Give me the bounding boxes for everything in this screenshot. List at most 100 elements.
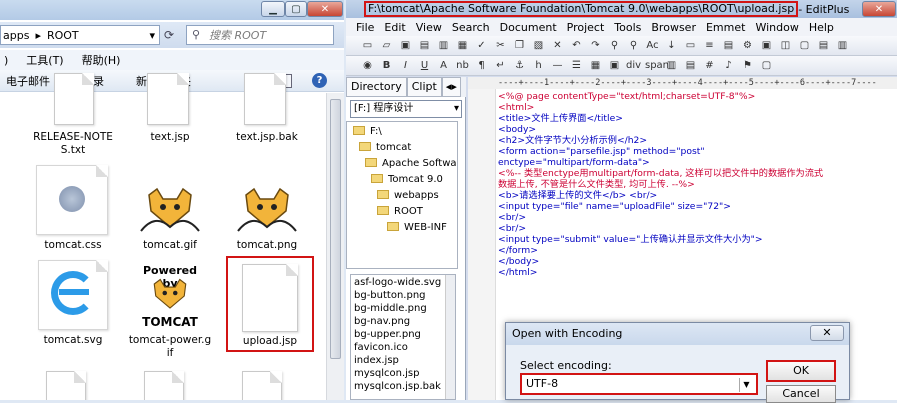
cliptext-icon[interactable]: ▥	[835, 38, 850, 53]
ruler-icon[interactable]: ▤	[721, 38, 736, 53]
menu-item-project[interactable]: Project	[567, 21, 605, 34]
open-file-icon[interactable]: ▱	[379, 38, 394, 53]
preview-icon[interactable]: ▢	[759, 58, 774, 73]
scrollbar-thumb[interactable]	[330, 99, 341, 359]
div-icon[interactable]: div	[626, 58, 641, 73]
css-icon[interactable]: #	[702, 58, 717, 73]
nbsp-icon[interactable]: nb	[455, 58, 470, 73]
tab-scroll-arrows[interactable]: ◂▸	[441, 77, 461, 97]
cancel-button[interactable]: Cancel	[766, 385, 836, 403]
paste-icon[interactable]: ▧	[531, 38, 546, 53]
address-bar[interactable]: apps ▸ ROOT ▾	[0, 25, 160, 45]
list-item[interactable]: asf-logo-wide.svg	[354, 276, 441, 289]
menu-item-document[interactable]: Document	[500, 21, 557, 34]
menu-item-tools[interactable]: 工具(T)	[26, 52, 63, 68]
print-preview-icon[interactable]: ▦	[455, 38, 470, 53]
menu-item-help[interactable]: Help	[809, 21, 834, 34]
breadcrumb-current[interactable]: ROOT	[47, 29, 79, 42]
form-icon[interactable]: ▤	[683, 58, 698, 73]
menu-item-emmet[interactable]: Emmet	[706, 21, 745, 34]
settings-icon[interactable]: ⚙	[740, 38, 755, 53]
find-next-icon[interactable]: ⚲	[626, 38, 641, 53]
hr-icon[interactable]: —	[550, 58, 565, 73]
file-item-selected[interactable]: upload.jsp	[226, 256, 314, 352]
image-icon[interactable]: ▣	[607, 58, 622, 73]
menu-item-window[interactable]: Window	[755, 21, 798, 34]
search-input[interactable]: ⚲ 搜索 ROOT	[186, 25, 334, 45]
paragraph-icon[interactable]: ¶	[474, 58, 489, 73]
menu-item-help[interactable]: 帮助(H)	[82, 52, 121, 68]
tree-node-tomcat[interactable]: tomcat	[359, 140, 411, 156]
email-button[interactable]: 电子邮件	[6, 73, 50, 89]
menu-item-view[interactable]: )	[4, 54, 8, 67]
find-icon[interactable]: ⚲	[607, 38, 622, 53]
close-button[interactable]: ✕	[307, 1, 343, 17]
line-number-icon[interactable]: ≡	[702, 38, 717, 53]
vertical-scrollbar[interactable]	[326, 93, 344, 400]
file-list-scrollbar[interactable]	[445, 275, 455, 399]
copy-icon[interactable]: ❐	[512, 38, 527, 53]
save-icon[interactable]: ▣	[398, 38, 413, 53]
layout-icon[interactable]: ▣	[759, 38, 774, 53]
chevron-down-icon[interactable]: ▾	[149, 29, 155, 42]
span-icon[interactable]: span	[645, 58, 669, 73]
dialog-close-button[interactable]: ✕	[810, 325, 844, 341]
tree-node-drive[interactable]: F:\	[353, 124, 382, 140]
tree-node-tomcat9[interactable]: Tomcat 9.0	[371, 172, 443, 188]
list-item[interactable]: bg-middle.png	[354, 302, 427, 315]
help-icon[interactable]: ?	[312, 73, 327, 88]
spell-check-icon[interactable]: ✓	[474, 38, 489, 53]
list-item[interactable]: favicon.ico	[354, 341, 408, 354]
break-icon[interactable]: ↵	[493, 58, 508, 73]
table-icon[interactable]: ▦	[588, 58, 603, 73]
tree-node-webapps[interactable]: webapps	[377, 188, 439, 204]
delete-icon[interactable]: ✕	[550, 38, 565, 53]
flag-icon[interactable]: ⚑	[740, 58, 755, 73]
undo-icon[interactable]: ↶	[569, 38, 584, 53]
menu-item-tools[interactable]: Tools	[614, 21, 641, 34]
menu-item-file[interactable]: File	[356, 21, 374, 34]
new-file-icon[interactable]: ▭	[360, 38, 375, 53]
browser-icon[interactable]: ◉	[360, 58, 375, 73]
tab-cliptext[interactable]: Clipt	[406, 77, 442, 97]
tab-directory[interactable]: Directory	[346, 77, 407, 97]
menu-item-search[interactable]: Search	[452, 21, 490, 34]
list-item[interactable]: mysqlcon.jsp	[354, 367, 419, 380]
breadcrumb-parent[interactable]: apps	[3, 29, 29, 42]
list-icon[interactable]: ☰	[569, 58, 584, 73]
list-item[interactable]: index.jsp	[354, 354, 399, 367]
cut-icon[interactable]: ✂	[493, 38, 508, 53]
list-item[interactable]: bg-nav.png	[354, 315, 410, 328]
anchor-icon[interactable]: ⚓	[512, 58, 527, 73]
refresh-icon[interactable]: ⟳	[164, 28, 174, 42]
tree-node-root[interactable]: ROOT	[377, 204, 423, 220]
split-icon[interactable]: ◫	[778, 38, 793, 53]
underline-icon[interactable]: U	[417, 58, 432, 73]
minimize-button[interactable]: ▁	[261, 1, 285, 17]
menu-item-browser[interactable]: Browser	[651, 21, 696, 34]
list-item[interactable]: bg-upper.png	[354, 328, 421, 341]
italic-icon[interactable]: I	[398, 58, 413, 73]
full-screen-icon[interactable]: ▢	[797, 38, 812, 53]
tree-node-apache[interactable]: Apache Software	[365, 156, 457, 172]
window-list-icon[interactable]: ▤	[816, 38, 831, 53]
word-wrap-icon[interactable]: ▭	[683, 38, 698, 53]
frame-icon[interactable]: ▥	[664, 58, 679, 73]
menu-item-view[interactable]: View	[416, 21, 442, 34]
print-icon[interactable]: ▥	[436, 38, 451, 53]
replace-icon[interactable]: Ac	[645, 38, 660, 53]
tree-node-webinf[interactable]: WEB-INF	[387, 220, 447, 236]
encoding-select[interactable]: UTF-8 ▼	[520, 373, 758, 395]
close-button[interactable]: ✕	[862, 1, 896, 17]
menu-item-edit[interactable]: Edit	[384, 21, 405, 34]
bold-icon[interactable]: B	[379, 58, 394, 73]
music-icon[interactable]: ♪	[721, 58, 736, 73]
goto-icon[interactable]: ↓	[664, 38, 679, 53]
save-all-icon[interactable]: ▤	[417, 38, 432, 53]
list-item[interactable]: bg-button.png	[354, 289, 426, 302]
ok-button[interactable]: OK	[766, 360, 836, 382]
list-item[interactable]: mysqlcon.jsp.bak	[354, 380, 441, 393]
maximize-button[interactable]: ▢	[285, 1, 307, 17]
drive-select[interactable]: [F:] 程序设计 ▾	[350, 100, 462, 118]
heading-icon[interactable]: h	[531, 58, 546, 73]
